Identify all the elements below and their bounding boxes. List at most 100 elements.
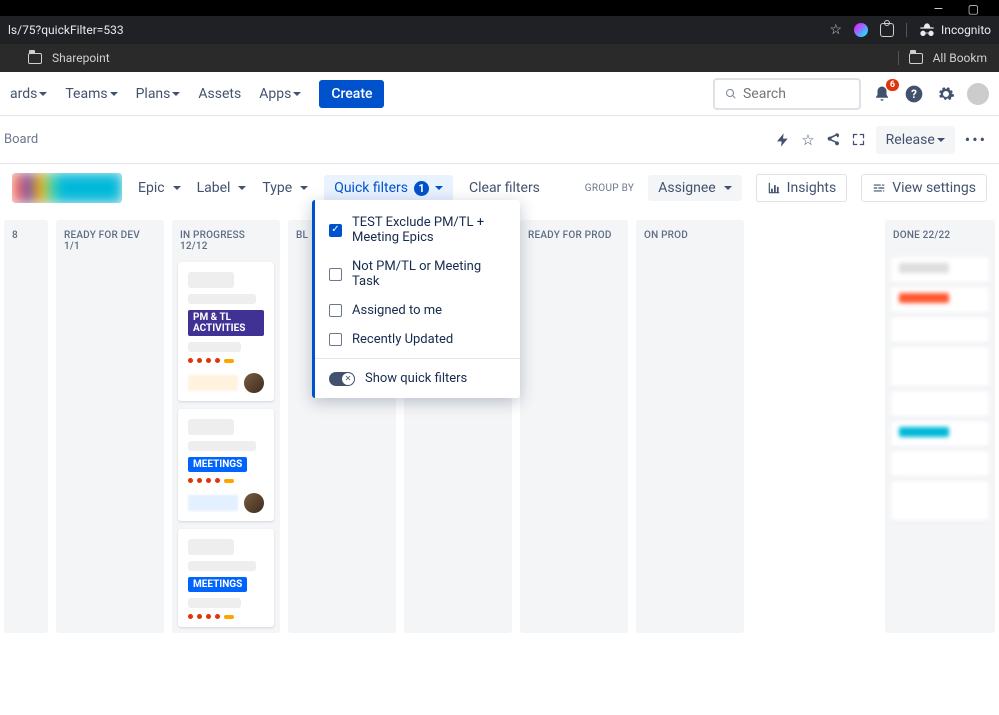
more-actions-button[interactable]: •••	[965, 130, 987, 149]
bookmark-sharepoint[interactable]: Sharepoint	[52, 51, 110, 65]
quick-filters-button[interactable]: Quick filters 1	[324, 175, 453, 201]
checkbox-icon[interactable]	[329, 304, 342, 317]
issue-card[interactable]: PM & TL ACTIVITIES	[178, 262, 274, 401]
epic-tag[interactable]: PM & TL ACTIVITIES	[188, 310, 264, 336]
extension-opera-icon[interactable]	[854, 23, 868, 37]
issue-card[interactable]: MEETINGS	[178, 529, 274, 627]
column-header: READY FOR DEV 1/1	[56, 220, 164, 262]
nav-apps[interactable]: Apps	[259, 86, 301, 102]
column-header: 8	[4, 220, 48, 251]
chart-icon	[767, 181, 781, 195]
issue-key-redacted	[188, 495, 238, 511]
issue-card-redacted[interactable]	[891, 421, 989, 447]
priority-indicator	[188, 614, 264, 619]
checkbox-checked-icon[interactable]	[329, 224, 342, 237]
issue-card-redacted[interactable]	[891, 481, 989, 521]
fullscreen-icon[interactable]	[851, 132, 866, 147]
column-header: IN PROGRESS 12/12	[172, 220, 280, 262]
card-title-redacted	[188, 539, 234, 555]
assignee-avatar[interactable]	[244, 373, 264, 393]
assignee-avatars[interactable]	[12, 173, 122, 203]
priority-indicator	[188, 478, 264, 483]
nav-plans[interactable]: Plans	[136, 86, 181, 102]
checkbox-icon[interactable]	[329, 268, 342, 281]
label-filter[interactable]: Label	[197, 180, 247, 196]
bookmark-star-icon[interactable]: ☆	[829, 22, 842, 38]
issue-card-redacted[interactable]	[891, 391, 989, 417]
help-button[interactable]: ?	[903, 83, 925, 105]
folder-icon[interactable]	[28, 53, 42, 64]
board-column: READY FOR PROD	[520, 220, 628, 633]
sliders-icon	[872, 181, 886, 195]
svg-text:?: ?	[911, 87, 917, 101]
epic-tag[interactable]: MEETINGS	[188, 577, 247, 592]
nav-teams[interactable]: Teams	[65, 86, 117, 102]
board-column: ON PROD	[636, 220, 744, 633]
folder-icon[interactable]	[909, 53, 923, 64]
epic-filter[interactable]: Epic	[138, 180, 181, 196]
insights-button[interactable]: Insights	[756, 174, 848, 202]
card-text-redacted	[188, 342, 241, 352]
nav-boards[interactable]: ards	[10, 86, 47, 102]
toggle-switch[interactable]: ✕	[329, 372, 355, 386]
column-header: ON PROD	[636, 220, 744, 251]
issue-card-redacted[interactable]	[891, 347, 989, 387]
url-fragment: ls/75?quickFilter=533	[8, 23, 124, 37]
nav-assets[interactable]: Assets	[198, 86, 241, 102]
quick-filter-option[interactable]: TEST Exclude PM/TL + Meeting Epics	[315, 208, 520, 252]
board-column: IN PROGRESS 12/12 PM & TL ACTIVITIES	[172, 220, 280, 633]
type-filter[interactable]: Type	[262, 180, 308, 196]
separator	[898, 51, 899, 65]
bookmark-all[interactable]: All Bookm	[933, 51, 987, 65]
column-header: DONE 22/22	[885, 220, 995, 251]
search-input-wrapper[interactable]	[713, 78, 861, 110]
quick-filters-count: 1	[414, 181, 429, 196]
epic-tag[interactable]: MEETINGS	[188, 457, 247, 472]
notification-count: 6	[886, 79, 899, 91]
board-column: 8	[4, 220, 48, 633]
search-input[interactable]	[743, 86, 849, 102]
quick-filter-option[interactable]: Not PM/TL or Meeting Task	[315, 252, 520, 296]
incognito-label: Incognito	[941, 23, 991, 37]
extensions-icon[interactable]	[880, 23, 894, 37]
settings-button[interactable]	[935, 83, 957, 105]
checkbox-icon[interactable]	[329, 333, 342, 346]
card-text-redacted	[188, 561, 256, 571]
star-board-icon[interactable]: ☆	[801, 131, 814, 149]
issue-card-redacted[interactable]	[891, 257, 989, 283]
bookmarks-bar: Sharepoint All Bookm	[0, 44, 999, 72]
quick-filter-option[interactable]: Recently Updated	[315, 325, 520, 354]
view-settings-button[interactable]: View settings	[861, 174, 987, 202]
share-icon[interactable]	[825, 132, 841, 148]
separator	[906, 23, 907, 37]
issue-key-redacted	[188, 375, 238, 391]
separator	[315, 358, 520, 359]
issue-card[interactable]: MEETINGS	[178, 409, 274, 521]
address-bar[interactable]: ls/75?quickFilter=533 ☆ Incognito	[0, 16, 999, 44]
column-header: READY FOR PROD	[520, 220, 628, 251]
create-button[interactable]: Create	[319, 80, 384, 108]
release-button[interactable]: Release	[876, 126, 955, 154]
avatar[interactable]	[967, 83, 989, 105]
issue-card-redacted[interactable]	[891, 287, 989, 313]
chevron-down-icon	[435, 180, 443, 196]
group-by-selector[interactable]: Assignee	[648, 175, 741, 201]
quick-filters-label: Quick filters	[334, 180, 408, 196]
issue-card-redacted[interactable]	[891, 317, 989, 343]
card-title-redacted	[188, 419, 234, 435]
incognito-indicator[interactable]: Incognito	[919, 23, 991, 37]
quick-filters-dropdown: TEST Exclude PM/TL + Meeting Epics Not P…	[312, 200, 520, 398]
notifications-button[interactable]: 6	[871, 83, 893, 105]
quick-filter-option[interactable]: Assigned to me	[315, 296, 520, 325]
help-icon: ?	[904, 84, 924, 104]
priority-indicator	[188, 358, 264, 363]
minimize-window-button[interactable]: —	[934, 2, 943, 16]
board-filter-toolbar: Epic Label Type Quick filters 1 Clear fi…	[0, 164, 999, 212]
board-actions-bar: Board ☆ Release •••	[0, 116, 999, 164]
automation-icon[interactable]	[775, 132, 791, 148]
clear-filters-link[interactable]: Clear filters	[469, 180, 540, 196]
maximize-window-button[interactable]: ▢	[968, 2, 979, 16]
board-column: READY FOR DEV 1/1	[56, 220, 164, 633]
issue-card-redacted[interactable]	[891, 451, 989, 477]
assignee-avatar[interactable]	[244, 493, 264, 513]
